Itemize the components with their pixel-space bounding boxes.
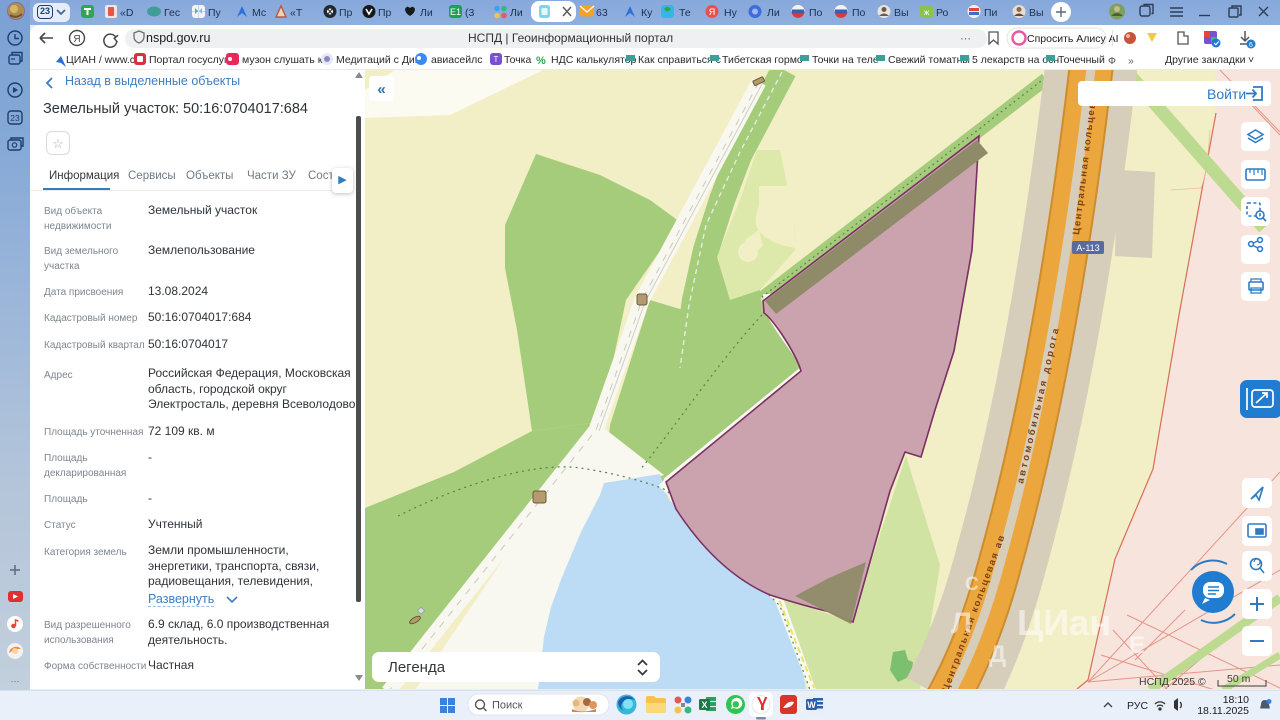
svg-text:Пр: Пр [339, 7, 353, 19]
svg-text:С: С [965, 574, 979, 595]
svg-text:63: 63 [596, 7, 608, 19]
svg-text:Л: Л [951, 607, 972, 640]
svg-text:НДС калькулятор: НДС калькулятор [551, 54, 637, 66]
svg-text:Легенда: Легенда [388, 659, 446, 676]
svg-text:Свежий томатны: Свежий томатны [888, 54, 970, 66]
svg-text:23: 23 [10, 113, 20, 123]
svg-text:«D: «D [120, 7, 134, 19]
svg-text:Я: Я [709, 7, 716, 17]
svg-text:«Т: «Т [290, 7, 303, 19]
svg-text:Пу: Пу [208, 7, 222, 19]
svg-text:(3: (3 [465, 7, 474, 19]
svg-text:nspd.gov.ru: nspd.gov.ru [146, 31, 210, 45]
svg-text:Точка: Точка [504, 54, 531, 66]
svg-text:Ли: Ли [510, 7, 523, 19]
svg-text:Как справиться с: Как справиться с [638, 54, 721, 66]
svg-text:Портал госуслуг |: Портал госуслуг | [149, 54, 234, 66]
svg-text:музон слушать ка: музон слушать ка [242, 54, 329, 66]
svg-text:X: X [701, 700, 707, 710]
svg-text:⋯: ⋯ [960, 33, 971, 45]
svg-text:⋯: ⋯ [11, 676, 20, 686]
svg-text:˅: ˅ [1248, 54, 1254, 66]
svg-text:НСПД | Геоинформационный порта: НСПД | Геоинформационный портал [468, 31, 673, 45]
svg-text:Вы: Вы [1029, 7, 1044, 19]
svg-text:По: По [852, 7, 866, 19]
svg-text:Точечный: Точечный [1058, 54, 1105, 66]
svg-text:Спросить Алису AI: Спросить Алису AI [1027, 33, 1119, 45]
svg-text:Другие закладки: Другие закладки [1165, 54, 1246, 66]
svg-text:Тибетская гормо: Тибетская гормо [722, 54, 803, 66]
svg-text:Ли: Ли [420, 7, 433, 19]
svg-text:Ли: Ли [767, 7, 780, 19]
svg-text:W: W [807, 700, 816, 710]
svg-text:Пи: Пи [984, 7, 998, 19]
svg-text:ж: ж [924, 8, 930, 17]
svg-text:РУС: РУС [1127, 700, 1148, 712]
svg-text:Д: Д [989, 641, 1006, 668]
svg-text:НСПД 2025 ©: НСПД 2025 © [1139, 676, 1206, 688]
svg-text:Точки на теле: Точки на теле [812, 54, 879, 66]
svg-text:Ку: Ку [641, 7, 653, 19]
svg-text:Вы: Вы [894, 7, 909, 19]
svg-text:%: % [536, 55, 546, 67]
svg-text:Гес: Гес [164, 7, 180, 19]
svg-text:ЦИан: ЦИан [1017, 602, 1111, 643]
svg-text:«: « [377, 81, 385, 98]
svg-text:»: » [1128, 55, 1134, 67]
svg-text:6: 6 [1249, 42, 1253, 49]
svg-text:авиасейлс: авиасейлс [431, 54, 482, 66]
svg-text:Е: Е [1129, 632, 1145, 659]
svg-text:50 m: 50 m [1227, 673, 1251, 685]
svg-text:Пр: Пр [378, 7, 392, 19]
svg-text:Ну: Ну [724, 7, 738, 19]
svg-text:А-113: А-113 [1076, 243, 1099, 253]
svg-text:18.11.2025: 18.11.2025 [1197, 705, 1249, 717]
svg-text:Ро: Ро [936, 7, 949, 19]
svg-text:Медитаций с Дин: Медитаций с Дин [336, 54, 421, 66]
svg-text:E1: E1 [450, 7, 461, 17]
svg-text:Поиск: Поиск [492, 700, 523, 712]
svg-text:ЦИАН / www.c: ЦИАН / www.c [66, 54, 135, 66]
svg-text:Войти: Войти [1207, 86, 1246, 102]
svg-text:Т: Т [494, 55, 499, 64]
svg-text:Те: Те [679, 7, 691, 19]
svg-text:По: По [809, 7, 823, 19]
svg-text:Мс: Мс [252, 7, 266, 19]
svg-text:Я: Я [73, 34, 80, 45]
svg-text:Ф: Ф [1108, 55, 1116, 67]
